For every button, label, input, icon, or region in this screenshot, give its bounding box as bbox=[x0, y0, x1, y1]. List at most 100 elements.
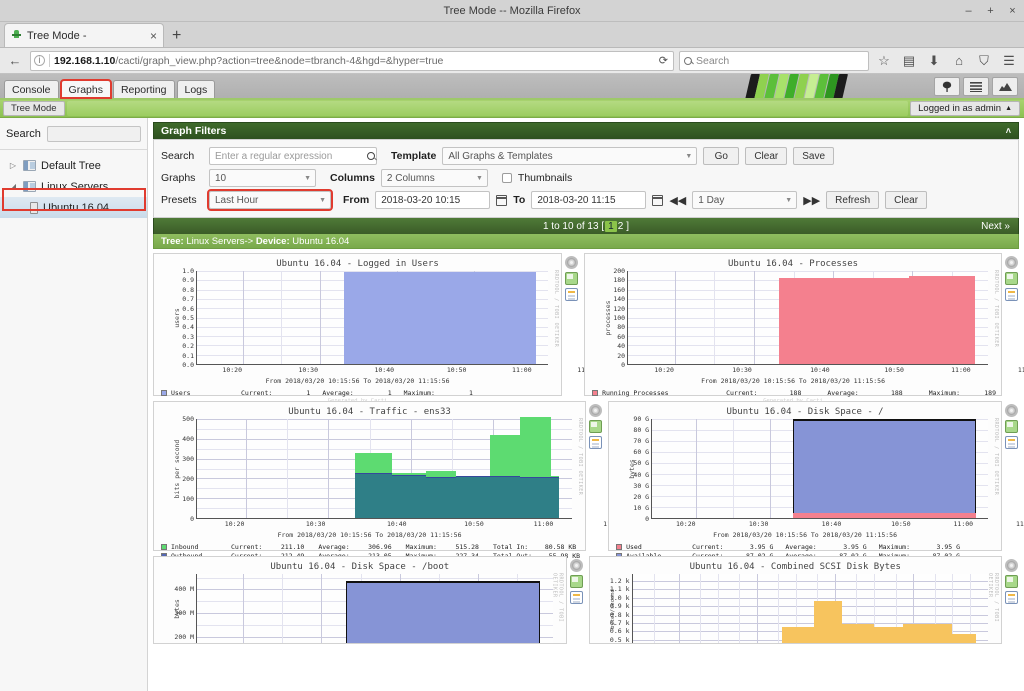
page-info-icon[interactable]: i bbox=[34, 55, 45, 66]
tree-mode-icon[interactable] bbox=[934, 77, 960, 96]
legend-current-value: 188 bbox=[789, 388, 802, 397]
export-icon[interactable] bbox=[1005, 420, 1018, 433]
export-icon[interactable] bbox=[1005, 272, 1018, 285]
save-button[interactable]: Save bbox=[793, 147, 835, 165]
reload-icon[interactable]: ⟳ bbox=[659, 54, 670, 67]
list-icon[interactable] bbox=[565, 288, 579, 301]
cacti-header: Console Graphs Reporting Logs bbox=[0, 74, 1024, 100]
legend-swatch bbox=[161, 389, 167, 396]
legend-current-value: 3.95 G bbox=[749, 542, 774, 551]
series-area-users bbox=[344, 272, 536, 364]
page-1-link[interactable]: 1 bbox=[605, 220, 617, 232]
page-2-link[interactable]: 2 bbox=[618, 221, 624, 232]
go-button[interactable]: Go bbox=[703, 147, 740, 165]
gear-icon[interactable] bbox=[565, 256, 579, 269]
graph-row: Ubuntu 16.04 - Logged in Users RRDTOOL /… bbox=[153, 253, 1024, 404]
series-step-scsi bbox=[874, 626, 903, 643]
graph-panel[interactable]: Ubuntu 16.04 - Processes RRDTOOL / TOBI … bbox=[584, 253, 1024, 404]
sidebar-search-label: Search bbox=[6, 128, 41, 140]
tab-reporting[interactable]: Reporting bbox=[112, 80, 175, 98]
list-mode-icon[interactable] bbox=[963, 77, 989, 96]
graph-panel[interactable]: Ubuntu 16.04 - Disk Space - / RRDTOOL / … bbox=[608, 401, 1024, 576]
search-icon[interactable] bbox=[367, 152, 375, 160]
list-icon[interactable] bbox=[1005, 288, 1018, 301]
graph-filters-title: Graph Filters bbox=[161, 125, 227, 137]
presets-select[interactable]: Last Hour ▼ bbox=[207, 189, 333, 211]
list-icon[interactable] bbox=[1005, 436, 1018, 449]
tree-value-label[interactable]: Linux Servers bbox=[186, 236, 244, 247]
tab-close-icon[interactable]: × bbox=[150, 29, 157, 43]
url-divider bbox=[49, 54, 50, 67]
graph-panel[interactable]: Ubuntu 16.04 - Disk Space - /boot RRDTOO… bbox=[153, 556, 567, 644]
star-icon[interactable]: ☆ bbox=[874, 51, 894, 71]
filter-row-search: Search Enter a regular expression Templa… bbox=[161, 145, 1011, 167]
tree-item-linux-servers[interactable]: ◢ Linux Servers bbox=[0, 176, 147, 197]
pocket-icon[interactable]: ⛉ bbox=[974, 51, 994, 71]
url-bar[interactable]: i 192.168.1.10/cacti/graph_view.php?acti… bbox=[30, 50, 674, 71]
thumbnails-checkbox[interactable] bbox=[501, 173, 512, 183]
filter-row-graphs: Graphs 10 ▼ Columns 2 Columns ▼ Thumbnai… bbox=[161, 167, 1011, 189]
list-icon[interactable] bbox=[1005, 591, 1018, 604]
y-axis-label: bytes bbox=[628, 459, 637, 479]
list-icon[interactable] bbox=[569, 591, 583, 604]
legend-maximum-value: 189 bbox=[984, 388, 996, 397]
browser-search-input[interactable]: Search bbox=[679, 50, 869, 71]
export-icon[interactable] bbox=[565, 272, 579, 285]
preview-mode-icon[interactable] bbox=[992, 77, 1018, 96]
next-page-link[interactable]: Next » bbox=[981, 221, 1010, 232]
calendar-icon[interactable] bbox=[652, 194, 664, 206]
collapse-icon[interactable]: ˄ bbox=[1006, 126, 1011, 136]
to-date-input[interactable]: 2018-03-20 11:15 bbox=[531, 191, 647, 209]
logged-in-status[interactable]: Logged in as admin ▲ bbox=[910, 101, 1020, 116]
clear-button[interactable]: Clear bbox=[745, 147, 788, 165]
list-icon[interactable] bbox=[589, 436, 603, 449]
tab-graphs[interactable]: Graphs bbox=[59, 79, 112, 99]
template-select[interactable]: All Graphs & Templates ▼ bbox=[442, 147, 698, 165]
graph-title: Ubuntu 16.04 - Combined SCSI Disk Bytes bbox=[689, 562, 901, 572]
graph-panel[interactable]: Ubuntu 16.04 - Logged in Users RRDTOOL /… bbox=[153, 253, 597, 404]
twisty-expanded-icon[interactable]: ◢ bbox=[8, 182, 18, 191]
graph-actions bbox=[565, 253, 579, 396]
columns-select[interactable]: 2 Columns ▼ bbox=[380, 169, 488, 187]
breadcrumb[interactable]: Tree Mode bbox=[3, 101, 65, 116]
browser-tab[interactable]: Tree Mode - × bbox=[4, 23, 164, 47]
tree-item-default-tree[interactable]: ▷ Default Tree bbox=[0, 155, 147, 176]
menu-icon[interactable]: ☰ bbox=[999, 51, 1019, 71]
graphs-count-select[interactable]: 10 ▼ bbox=[209, 169, 316, 187]
home-icon[interactable]: ⌂ bbox=[949, 51, 969, 71]
graph-panel[interactable]: Ubuntu 16.04 - Combined SCSI Disk Bytes … bbox=[588, 556, 1002, 644]
calendar-icon[interactable] bbox=[496, 194, 508, 206]
to-label: To bbox=[513, 194, 526, 206]
filter-search-input[interactable]: Enter a regular expression bbox=[209, 147, 377, 165]
graph-panel[interactable]: Ubuntu 16.04 - Traffic - ens33 RRDTOOL /… bbox=[153, 401, 623, 567]
sidebar-search-input[interactable] bbox=[46, 126, 141, 142]
minimize-button[interactable]: – bbox=[963, 5, 974, 17]
export-icon[interactable] bbox=[569, 575, 583, 588]
time-span-select[interactable]: 1 Day ▼ bbox=[692, 191, 798, 209]
tab-logs[interactable]: Logs bbox=[176, 80, 216, 98]
library-icon[interactable]: ▤ bbox=[899, 51, 919, 71]
clear-timespan-button[interactable]: Clear bbox=[885, 191, 928, 209]
graph-title: Ubuntu 16.04 - Processes bbox=[728, 259, 859, 269]
download-icon[interactable]: ⬇ bbox=[924, 51, 944, 71]
back-button[interactable]: ← bbox=[5, 51, 25, 71]
gear-icon[interactable] bbox=[1005, 559, 1018, 572]
tab-console[interactable]: Console bbox=[4, 80, 59, 98]
tree-item-ubuntu-1604[interactable]: Ubuntu 16.04 bbox=[0, 197, 147, 218]
gear-icon[interactable] bbox=[589, 404, 603, 417]
export-icon[interactable] bbox=[1005, 575, 1018, 588]
legend-maximum-value: 3.95 G bbox=[936, 542, 961, 551]
from-date-input[interactable]: 2018-03-20 10:15 bbox=[375, 191, 491, 209]
device-value-label[interactable]: Ubuntu 16.04 bbox=[292, 236, 349, 247]
shift-back-icon[interactable]: ◀◀ bbox=[669, 194, 686, 207]
close-window-button[interactable]: × bbox=[1007, 5, 1018, 17]
refresh-button[interactable]: Refresh bbox=[826, 191, 880, 209]
new-tab-button[interactable]: + bbox=[172, 28, 181, 44]
gear-icon[interactable] bbox=[569, 559, 583, 572]
twisty-collapsed-icon[interactable]: ▷ bbox=[8, 161, 18, 170]
gear-icon[interactable] bbox=[1005, 256, 1018, 269]
export-icon[interactable] bbox=[589, 420, 603, 433]
shift-forward-icon[interactable]: ▶▶ bbox=[803, 194, 820, 207]
gear-icon[interactable] bbox=[1005, 404, 1018, 417]
maximize-button[interactable]: + bbox=[985, 5, 996, 17]
